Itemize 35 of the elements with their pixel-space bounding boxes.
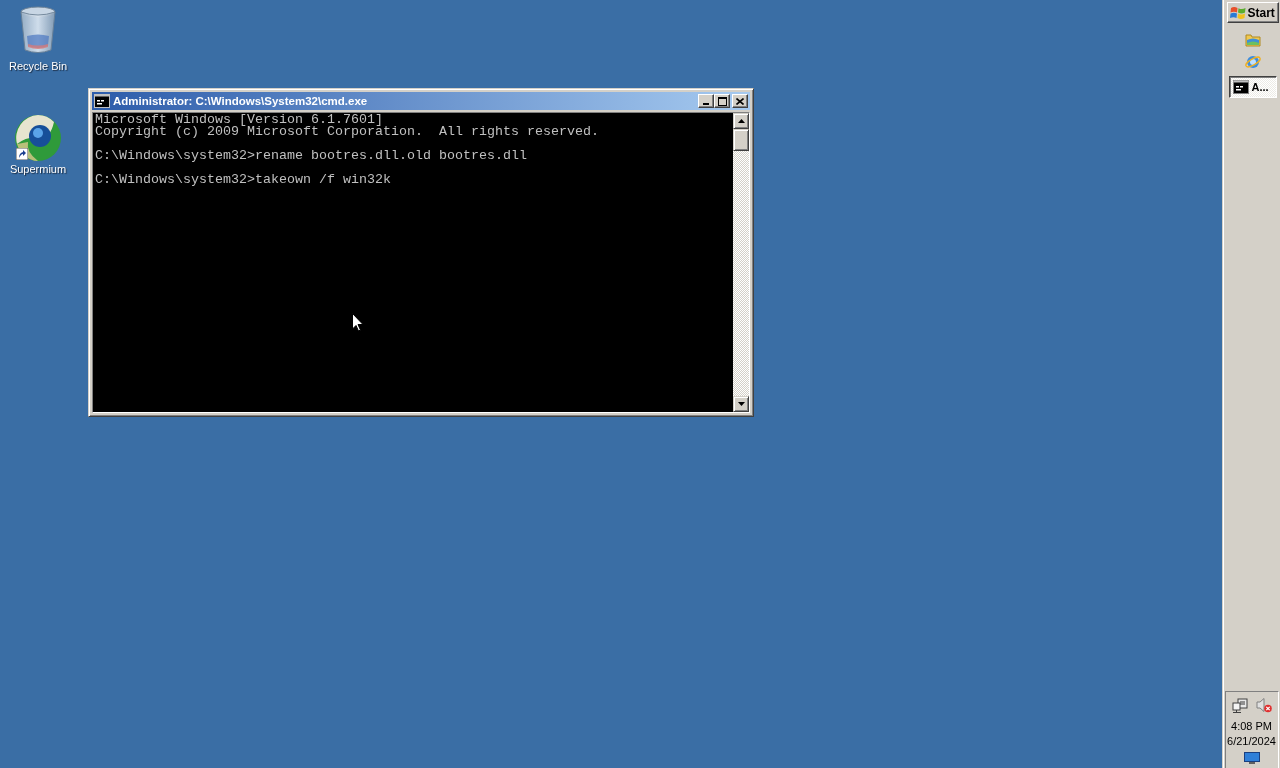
taskbar-window-button[interactable]: A...: [1228, 76, 1277, 98]
start-button[interactable]: Start: [1226, 2, 1279, 23]
vertical-scrollbar[interactable]: [733, 113, 749, 412]
scroll-thumb[interactable]: [733, 129, 749, 151]
console-icon: [94, 94, 110, 108]
shortcut-arrow-icon: [16, 148, 28, 160]
desktop-icon-label: Recycle Bin: [8, 59, 68, 73]
down-arrow-icon: [737, 402, 745, 406]
network-icon[interactable]: [1231, 697, 1248, 713]
monitor-icon[interactable]: [1243, 752, 1260, 764]
globe-orbit-icon[interactable]: [1244, 54, 1261, 70]
window-title: Administrator: C:\Windows\System32\cmd.exe: [113, 95, 369, 107]
console-line: C:\Windows\system32>rename bootres.dll.old bootres.dll: [95, 150, 527, 162]
recycle-bin-icon[interactable]: [18, 6, 58, 54]
globe-icon[interactable]: [14, 114, 62, 162]
scroll-up-button[interactable]: [733, 113, 749, 129]
console-icon: [1232, 80, 1249, 94]
speaker-icon[interactable]: [1255, 697, 1272, 713]
console-line: Copyright (c) 2009 Microsoft Corporation. All rights reserved.: [95, 126, 599, 138]
maximize-icon: [717, 96, 727, 106]
desktop-icon-label: Supermium: [9, 162, 67, 176]
minimize-button[interactable]: [698, 94, 714, 108]
scroll-down-button[interactable]: [733, 396, 749, 412]
console-line: Microsoft Windows [Version 6.1.7601]: [95, 114, 383, 126]
mouse-pointer-icon: [352, 313, 364, 332]
console-output[interactable]: Microsoft Windows [Version 6.1.7601] Copyright (c) 2009 Microsoft Corporation. All rights reserved. C:\Windows\system32>rename bootres.dll.old bootres.dll C:\Windows\system32>takeown /f win32k: [93, 113, 733, 412]
up-arrow-icon: [737, 119, 745, 123]
close-icon: [736, 97, 744, 105]
clock-time[interactable]: 4:08 PM: [1231, 719, 1272, 734]
maximize-button[interactable]: [714, 94, 730, 108]
windows-flag-icon: [1229, 5, 1246, 20]
close-button[interactable]: [732, 94, 748, 108]
minimize-icon: [702, 102, 709, 105]
clock-date[interactable]: 6/21/2024: [1227, 734, 1276, 749]
console-line: C:\Windows\system32>takeown /f win32k: [95, 174, 391, 186]
